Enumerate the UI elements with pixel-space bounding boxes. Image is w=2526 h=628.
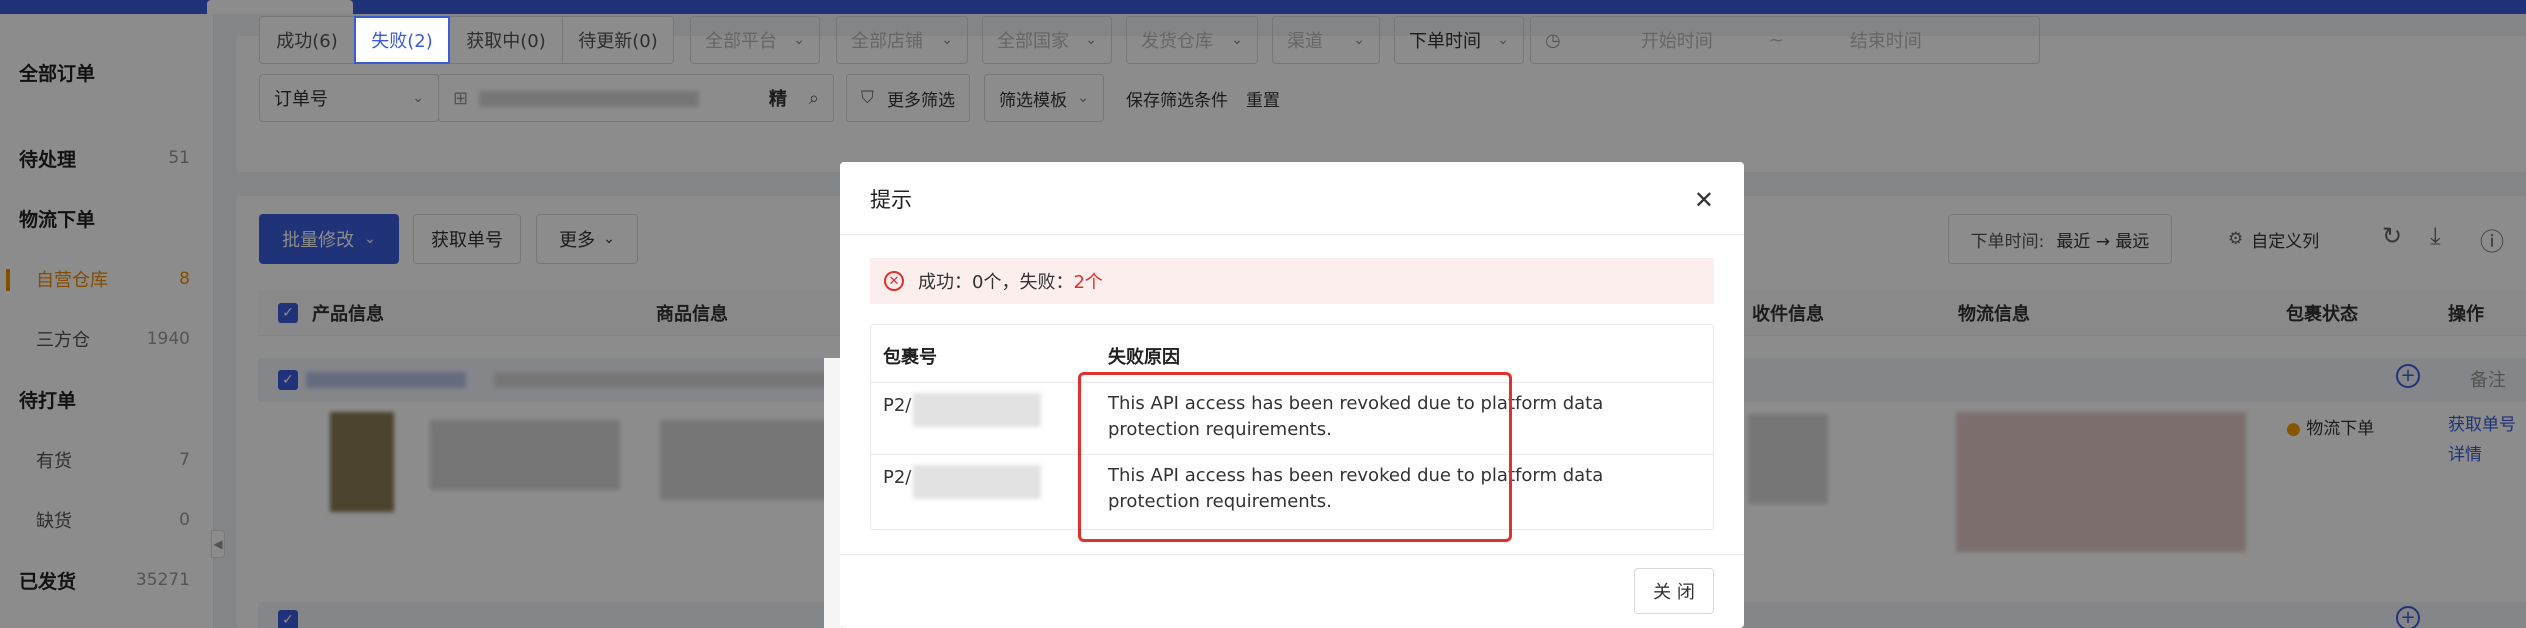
divider xyxy=(840,234,1744,235)
dialog-title: 提示 xyxy=(870,188,912,212)
result-alert: ✕ 成功：0个，失败： 2个 xyxy=(870,258,1714,304)
alert-summary: 成功：0个，失败： xyxy=(918,272,1074,293)
blurred-package-no xyxy=(913,465,1041,499)
close-button[interactable]: 关 闭 xyxy=(1634,568,1714,614)
blurred-package-no xyxy=(913,393,1041,427)
alert-fail-count: 2个 xyxy=(1073,272,1103,293)
error-icon: ✕ xyxy=(884,271,904,291)
package-no: P2/ xyxy=(883,395,912,416)
col-header-fail-reason: 失败原因 xyxy=(1108,347,1180,368)
result-dialog: 提示 ✕ ✕ 成功：0个，失败： 2个 包裹号 失败原因 P2/ This API… xyxy=(840,162,1744,628)
close-icon[interactable]: ✕ xyxy=(1694,186,1714,214)
col-header-package-no: 包裹号 xyxy=(883,347,937,368)
divider xyxy=(840,554,1744,555)
highlight-annotation xyxy=(1078,372,1512,542)
package-no: P2/ xyxy=(883,467,912,488)
tab-failed[interactable]: 失败(2) xyxy=(354,16,450,64)
